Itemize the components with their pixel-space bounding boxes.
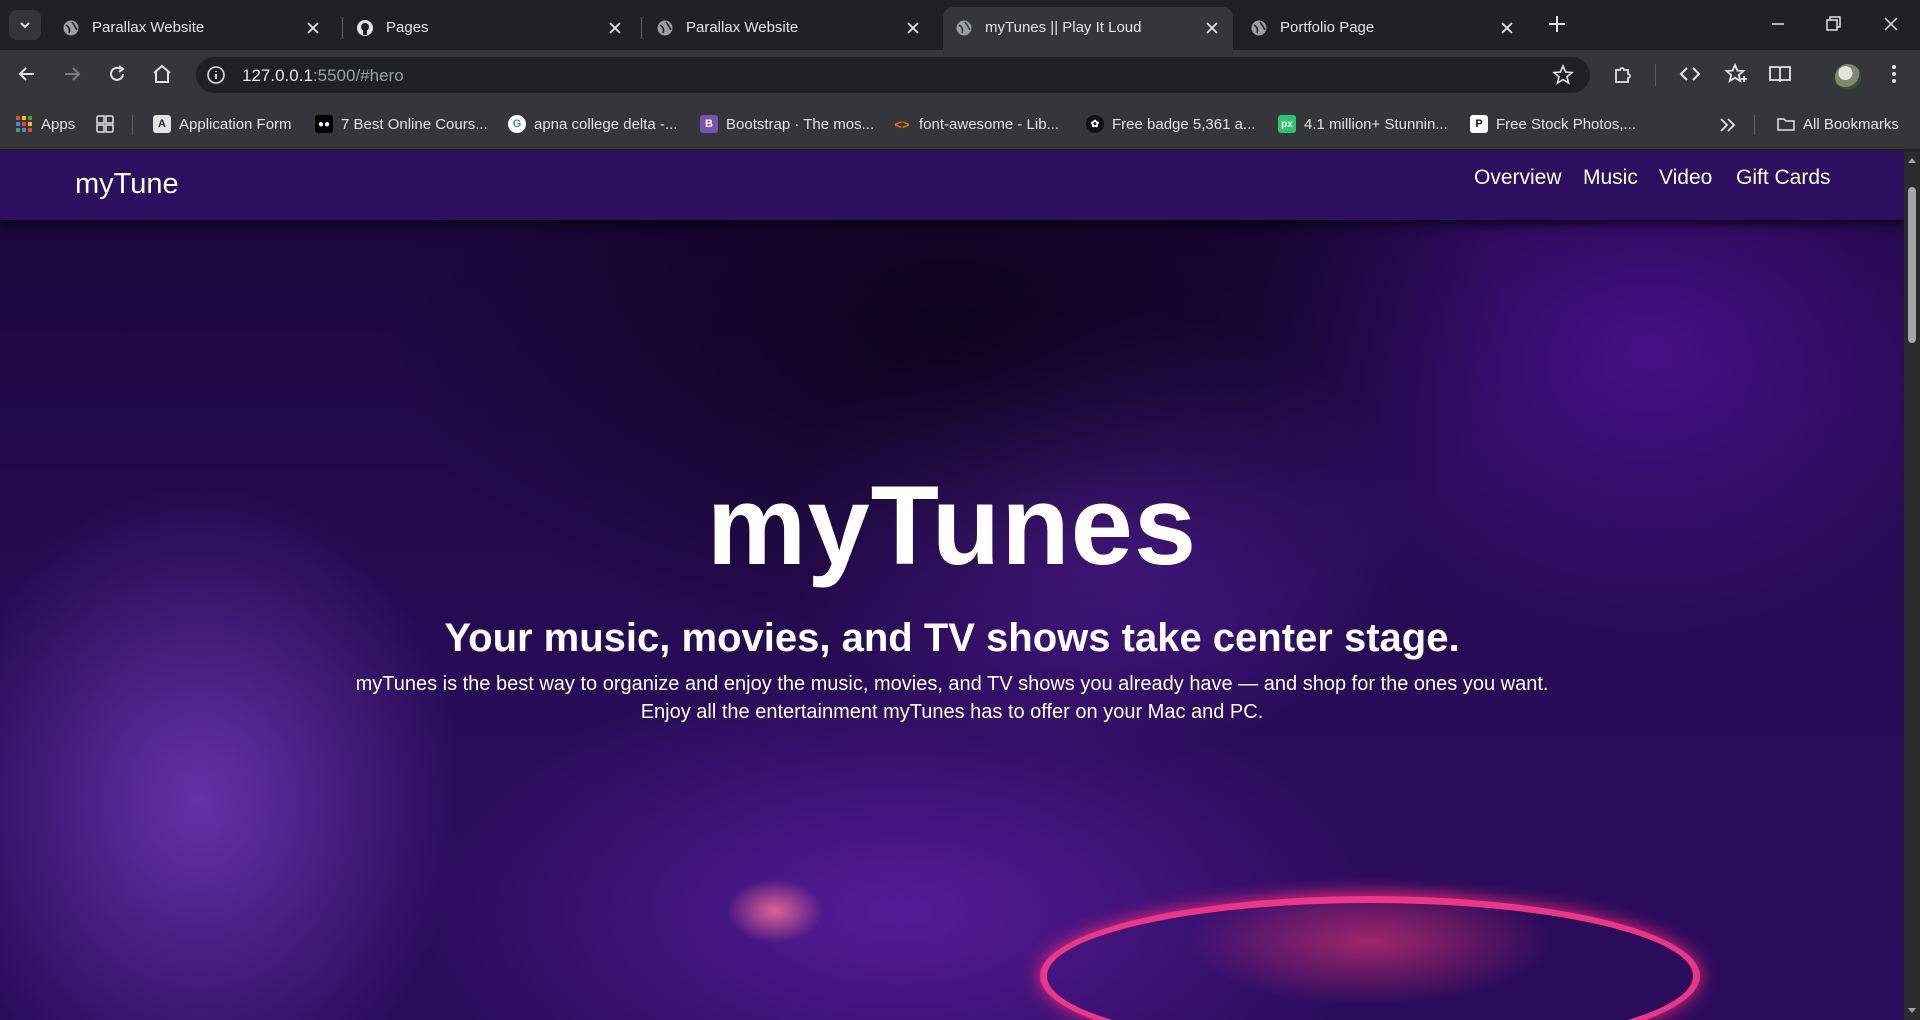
tab-divider — [342, 17, 343, 39]
tab-pages[interactable]: Pages — [344, 7, 636, 50]
home-icon[interactable] — [150, 62, 174, 86]
bookmarks-bar: Apps A Application Form ●● 7 Best Online… — [0, 99, 1920, 150]
code-icon: <> — [894, 116, 910, 132]
tab-parallax-website-1[interactable]: Parallax Website — [50, 7, 334, 50]
new-tab-icon[interactable] — [1546, 13, 1568, 35]
hero-title: myTunes — [706, 463, 1198, 588]
close-icon[interactable] — [606, 19, 624, 37]
all-bookmarks-label: All Bookmarks — [1803, 115, 1899, 133]
favorites-icon[interactable] — [1724, 62, 1748, 86]
globe-icon — [1251, 20, 1267, 36]
close-icon[interactable] — [1498, 19, 1516, 37]
address-bar[interactable]: 127.0.0.1:5500/#hero — [196, 57, 1590, 93]
tab-mytunes[interactable]: myTunes || Play It Loud — [943, 7, 1233, 50]
folder-icon — [1777, 118, 1795, 131]
tab-strip: Parallax Website Pages Parallax Website … — [0, 0, 1920, 50]
bookmark-label: Bootstrap · The mos... — [726, 115, 875, 133]
pexels-icon: P — [1470, 115, 1488, 133]
tab-parallax-website-2[interactable]: Parallax Website — [644, 7, 934, 50]
url-path: :5500/#hero — [312, 66, 404, 85]
tab-title: Parallax Website — [686, 19, 799, 36]
bookmark-label: Free badge 5,361 a... — [1112, 115, 1256, 133]
bookmark-apps[interactable]: Apps — [15, 113, 75, 135]
nav-link-gift-cards[interactable]: Gift Cards — [1736, 166, 1831, 190]
medium-icon: ●● — [315, 115, 333, 133]
page-viewport: myTune Overview Music Video Gift Cards m… — [0, 151, 1920, 1020]
nav-link-music[interactable]: Music — [1583, 166, 1638, 190]
url-text[interactable]: 127.0.0.1:5500/#hero — [242, 66, 404, 86]
tab-groups-icon — [96, 115, 114, 133]
star-icon[interactable] — [1552, 64, 1574, 86]
hero-description: myTunes is the best way to organize and … — [0, 670, 1904, 726]
scrollbar-thumb[interactable] — [1908, 187, 1916, 343]
bookmark-free-badge[interactable]: ✿ Free badge 5,361 a... — [1086, 113, 1255, 135]
bookmark-label: 7 Best Online Cours... — [341, 115, 488, 133]
forward-arrow-icon[interactable] — [60, 62, 84, 86]
bookmark-label: Free Stock Photos,... — [1496, 115, 1637, 133]
toolbar-divider — [1655, 64, 1656, 86]
scroll-down-arrow-icon[interactable] — [1907, 1006, 1917, 1016]
page-scrollbar[interactable] — [1904, 151, 1920, 1020]
tab-portfolio-page[interactable]: Portfolio Page — [1238, 7, 1528, 50]
bookmark-divider — [132, 115, 133, 135]
google-icon: G — [508, 115, 526, 133]
bookmark-pixabay[interactable]: px 4.1 million+ Stunnin... — [1278, 113, 1448, 135]
tab-title: Pages — [386, 19, 429, 36]
restore-icon[interactable] — [1821, 12, 1845, 36]
close-icon[interactable] — [1203, 19, 1221, 37]
bookmark-divider — [1754, 115, 1755, 135]
bookmark-apna-college[interactable]: G apna college delta -... — [508, 113, 677, 135]
tab-title: Parallax Website — [92, 19, 205, 36]
minimize-icon[interactable] — [1766, 12, 1790, 36]
tab-title: Portfolio Page — [1280, 19, 1375, 36]
bookmark-bootstrap[interactable]: B Bootstrap · The mos... — [700, 113, 874, 135]
apps-grid-icon — [16, 116, 32, 132]
close-icon[interactable] — [304, 19, 322, 37]
bookmark-label: Application Form — [179, 115, 292, 133]
back-arrow-icon[interactable] — [15, 62, 39, 86]
all-bookmarks-button[interactable]: All Bookmarks — [1777, 113, 1899, 135]
hero-description-line: myTunes is the best way to organize and … — [355, 673, 1549, 695]
code-icon[interactable] — [1678, 62, 1702, 86]
globe-icon — [63, 20, 79, 36]
globe-icon — [657, 20, 673, 36]
hero-subtitle: Your music, movies, and TV shows take ce… — [444, 616, 1460, 660]
profile-avatar[interactable] — [1835, 64, 1861, 90]
extensions-icon[interactable] — [1611, 62, 1635, 86]
pixabay-icon: px — [1278, 115, 1296, 133]
info-icon[interactable] — [206, 65, 226, 85]
bookmark-application-form[interactable]: A Application Form — [153, 113, 292, 135]
badge-icon: ✿ — [1086, 115, 1104, 133]
bookmark-tab-groups[interactable] — [96, 113, 122, 135]
bookmark-label: 4.1 million+ Stunnin... — [1304, 115, 1448, 133]
tab-search-button[interactable] — [9, 10, 41, 40]
bookmark-label: Apps — [41, 115, 76, 133]
bookmark-online-courses[interactable]: ●● 7 Best Online Cours... — [315, 113, 488, 135]
url-host: 127.0.0.1 — [242, 66, 313, 85]
more-menu-icon[interactable] — [1882, 62, 1906, 86]
globe-icon — [956, 20, 972, 36]
reload-icon[interactable] — [105, 62, 129, 86]
chevron-double-right-icon[interactable] — [1717, 115, 1739, 135]
tab-title: myTunes || Play It Loud — [985, 19, 1142, 36]
close-icon[interactable] — [904, 19, 922, 37]
bookmark-label: apna college delta -... — [534, 115, 678, 133]
tab-divider — [641, 17, 642, 39]
site-logo[interactable]: myTune — [75, 168, 179, 201]
bookmark-label: font-awesome - Lib... — [919, 115, 1060, 133]
app-form-icon: A — [153, 115, 171, 133]
bookmark-pexels[interactable]: P Free Stock Photos,... — [1470, 113, 1636, 135]
hero-description-line: Enjoy all the entertainment myTunes has … — [640, 701, 1264, 723]
site-navbar: myTune Overview Music Video Gift Cards — [0, 151, 1904, 220]
github-icon — [357, 20, 373, 36]
nav-link-video[interactable]: Video — [1659, 166, 1712, 190]
reading-mode-icon[interactable] — [1768, 62, 1792, 86]
scroll-up-arrow-icon[interactable] — [1907, 155, 1917, 165]
browser-toolbar: 127.0.0.1:5500/#hero — [0, 50, 1920, 99]
nav-link-overview[interactable]: Overview — [1474, 166, 1562, 190]
bootstrap-icon: B — [700, 115, 718, 133]
close-window-icon[interactable] — [1879, 12, 1903, 36]
chevron-down-icon — [20, 22, 30, 29]
bookmark-font-awesome[interactable]: <> font-awesome - Lib... — [893, 113, 1059, 135]
